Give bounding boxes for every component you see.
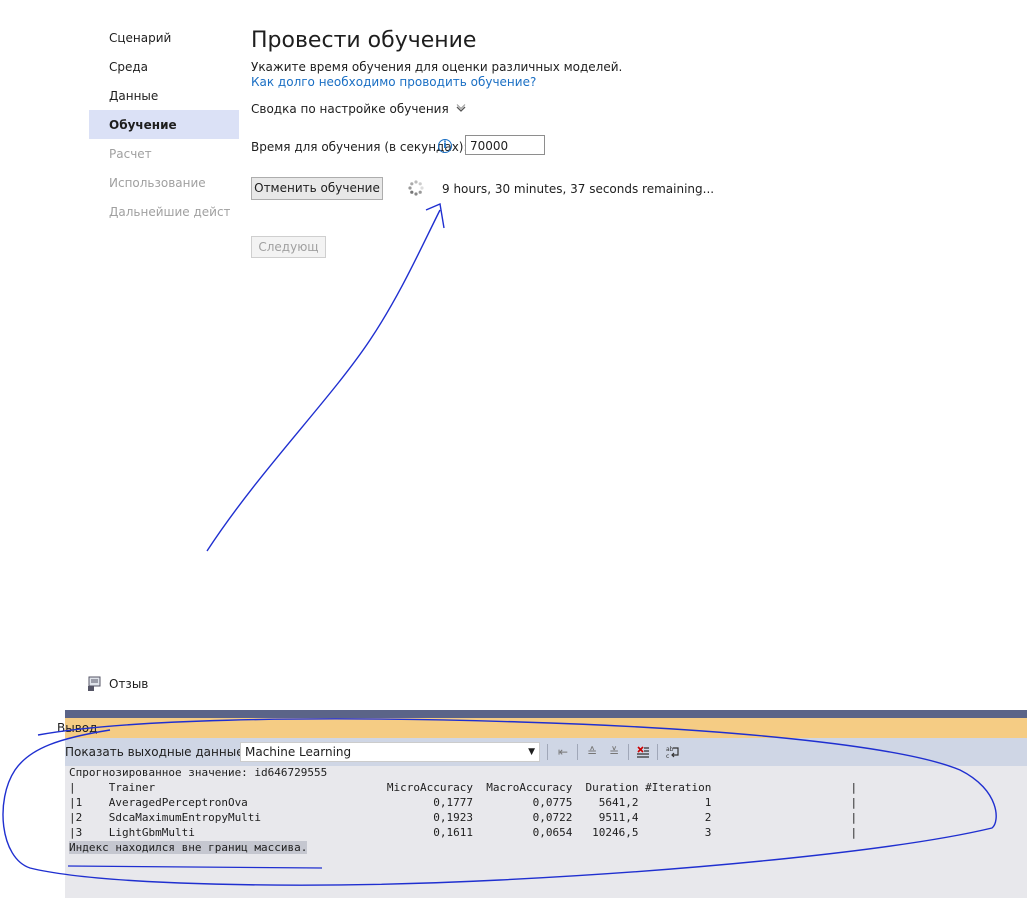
output-line: Спрогнозированное значение: id646729555 (69, 766, 328, 779)
output-line: | Trainer MicroAccuracy MacroAccuracy Du… (69, 781, 858, 794)
feedback-icon (88, 676, 101, 691)
error-message: Индекс находился вне границ массива. (69, 841, 308, 854)
output-source-select[interactable]: Machine Learning ▼ (240, 742, 540, 762)
nav-item-evaluate: Расчет (109, 147, 152, 161)
clear-all-icon[interactable] (635, 744, 651, 760)
annotation-arrowhead (425, 203, 445, 229)
info-icon[interactable]: i (438, 139, 452, 153)
annotation-arrow-stroke (206, 209, 441, 552)
output-line: |2 SdcaMaximumEntropyMulti 0,1923 0,0722… (69, 811, 858, 824)
feedback-label: Отзыв (109, 677, 149, 691)
next-button: Следующ (251, 236, 326, 258)
svg-text:ab: ab (666, 746, 674, 753)
output-line: |3 LightGbmMulti 0,1611 0,0654 10246,5 3… (69, 826, 858, 839)
toolbar-separator (577, 744, 578, 760)
word-wrap-icon[interactable]: ab c (665, 744, 681, 760)
toolbar-separator (547, 744, 548, 760)
output-panel-topbar (65, 710, 1027, 718)
training-summary-toggle[interactable]: Сводка по настройке обучения (251, 102, 467, 116)
next-message-icon[interactable]: ≚ (606, 744, 622, 760)
feedback-link[interactable]: Отзыв (87, 676, 148, 692)
remaining-time-status: 9 hours, 30 minutes, 37 seconds remainin… (442, 182, 715, 196)
chevron-down-icon (456, 104, 466, 112)
previous-message-icon[interactable]: ≙ (584, 744, 600, 760)
nav-item-training[interactable]: Обучение (109, 118, 177, 132)
toolbar-separator (657, 744, 658, 760)
output-line: |1 AveragedPerceptronOva 0,1777 0,0775 5… (69, 796, 858, 809)
nav-item-data[interactable]: Данные (109, 89, 158, 103)
page-description: Укажите время обучения для оценки различ… (251, 60, 623, 74)
nav-item-next-steps: Дальнейшие действия (109, 205, 230, 219)
summary-label: Сводка по настройке обучения (251, 102, 449, 116)
find-message-icon[interactable]: ⇤ (555, 744, 571, 760)
nav-item-consume: Использование (109, 176, 206, 190)
svg-text:c: c (666, 753, 669, 760)
training-time-label: Время для обучения (в секундах): (251, 140, 468, 154)
output-source-value: Machine Learning (245, 745, 352, 759)
nav-item-scenario[interactable]: Сценарий (109, 31, 171, 45)
output-panel-title: Вывод (57, 718, 1027, 738)
nav-item-environment[interactable]: Среда (109, 60, 148, 74)
spinner-icon (408, 180, 424, 196)
toolbar-separator (628, 744, 629, 760)
help-link[interactable]: Как долго необходимо проводить обучение? (251, 75, 536, 89)
cancel-training-button[interactable]: Отменить обучение (251, 177, 383, 200)
dropdown-arrow-icon: ▼ (528, 747, 535, 757)
show-output-label: Показать выходные данные из: (65, 745, 266, 759)
training-time-input[interactable]: 70000 (465, 135, 545, 155)
page-title: Провести обучение (251, 28, 477, 53)
